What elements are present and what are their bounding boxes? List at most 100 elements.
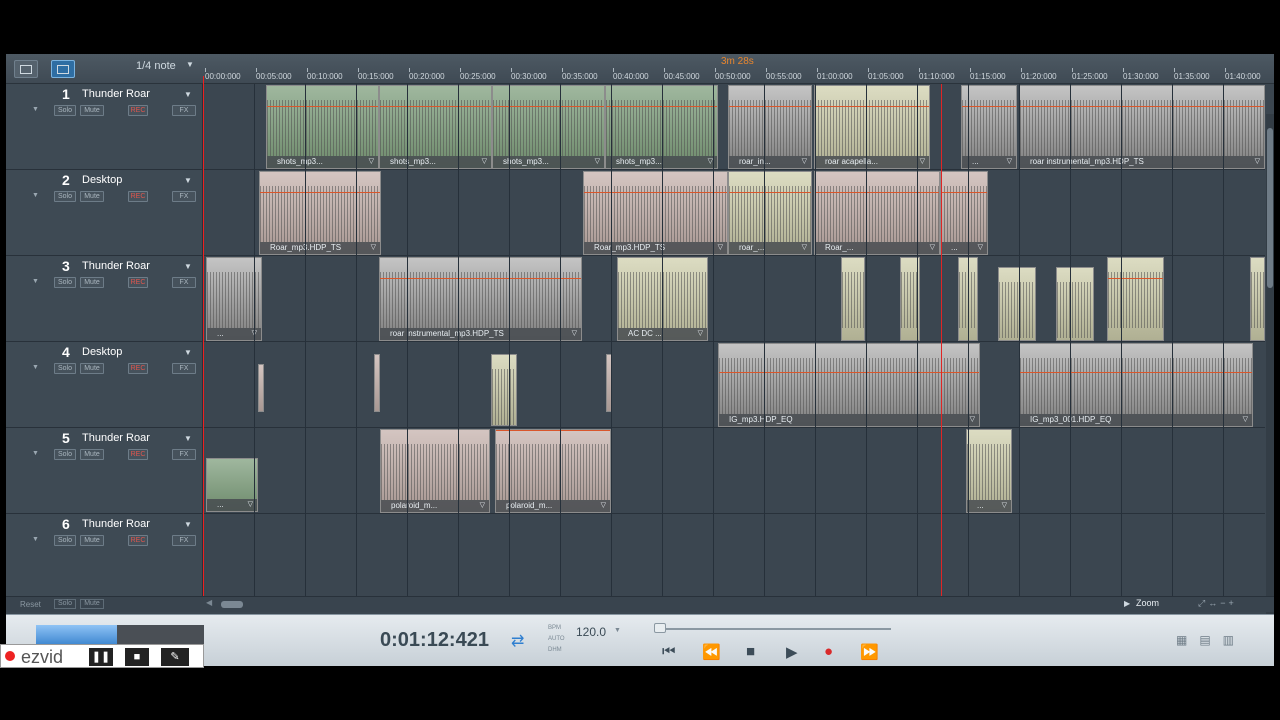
skip-to-start-icon[interactable]: ⏮ <box>662 643 676 660</box>
track-header-2[interactable]: 2 Desktop ▼ ▼ Solo Mute REC FX <box>6 170 203 256</box>
play-small-icon[interactable]: ▶ <box>1124 599 1130 608</box>
view-mode-icons[interactable]: ▦▤▥ <box>1176 633 1246 647</box>
chevron-down-icon[interactable]: ▼ <box>184 176 192 185</box>
solo-button[interactable]: Solo <box>54 105 76 116</box>
rec-button[interactable]: REC <box>128 535 148 546</box>
snap-value[interactable]: 1/4 note <box>136 60 176 72</box>
audio-clip[interactable]: polaroid_m... <box>495 429 611 513</box>
audio-clip[interactable]: roar_in... <box>728 85 812 169</box>
time-ruler[interactable]: 3m 28s 00:00:000 00:05:000 00:10:000 00:… <box>203 54 1265 84</box>
expand-icon[interactable]: ▼ <box>32 278 39 285</box>
zoom-button[interactable]: Zoom <box>1136 598 1159 608</box>
record-icon[interactable]: ● <box>824 643 833 660</box>
audio-clip[interactable]: shots_mp3... <box>266 85 379 169</box>
track-lane-5[interactable] <box>203 428 1265 514</box>
playhead[interactable] <box>941 84 942 596</box>
audio-clip[interactable]: ... <box>206 458 258 512</box>
draw-button[interactable]: ✎ <box>161 648 189 666</box>
solo-button[interactable]: Solo <box>54 535 76 546</box>
track-name[interactable]: Desktop <box>82 346 122 358</box>
expand-icon[interactable]: ▼ <box>32 192 39 199</box>
arranger-view-button[interactable] <box>51 60 75 78</box>
track-name[interactable]: Desktop <box>82 174 122 186</box>
bpm-value[interactable]: 120.0 <box>576 625 606 639</box>
pause-button[interactable]: ❚❚ <box>89 648 113 666</box>
audio-clip[interactable]: roar instrumental_mp3.HDP_TS <box>379 257 582 341</box>
fx-button[interactable]: FX <box>172 449 196 460</box>
audio-clip[interactable] <box>841 257 865 341</box>
audio-clip[interactable]: ... <box>961 85 1017 169</box>
chevron-down-icon[interactable]: ▼ <box>184 90 192 99</box>
reset-button[interactable]: Reset <box>20 600 41 609</box>
scroll-thumb[interactable] <box>1267 128 1273 288</box>
expand-icon[interactable]: ▼ <box>32 106 39 113</box>
track-view-button[interactable] <box>14 60 38 78</box>
track-lane-3[interactable] <box>203 256 1265 342</box>
mute-button[interactable]: Mute <box>80 277 104 288</box>
track-name[interactable]: Thunder Roar <box>82 518 150 530</box>
solo-button[interactable]: Solo <box>54 277 76 288</box>
fx-button[interactable]: FX <box>172 363 196 374</box>
audio-clip[interactable] <box>1107 257 1164 341</box>
mute-button[interactable]: Mute <box>80 535 104 546</box>
audio-clip[interactable] <box>374 354 380 412</box>
track-name[interactable]: Thunder Roar <box>82 88 150 100</box>
rec-button[interactable]: REC <box>128 191 148 202</box>
audio-clip[interactable]: IG_mp3_001.HDP_EQ <box>1019 343 1253 427</box>
horizontal-scroll-thumb[interactable] <box>221 601 243 608</box>
mute-button[interactable]: Mute <box>80 449 104 460</box>
audio-clip[interactable] <box>1250 257 1265 341</box>
chevron-down-icon[interactable]: ▼ <box>186 60 194 69</box>
play-icon[interactable]: ▶ <box>786 643 798 661</box>
audio-clip[interactable]: roar_... <box>728 171 812 255</box>
expand-icon[interactable]: ▼ <box>32 450 39 457</box>
track-name[interactable]: Thunder Roar <box>82 260 150 272</box>
rec-button[interactable]: REC <box>128 449 148 460</box>
chevron-down-icon[interactable]: ▼ <box>184 348 192 357</box>
rec-button[interactable]: REC <box>128 105 148 116</box>
stop-icon[interactable]: ■ <box>746 643 755 660</box>
track-name[interactable]: Thunder Roar <box>82 432 150 444</box>
chevron-down-icon[interactable]: ▼ <box>184 520 192 529</box>
loop-icon[interactable]: ⇄ <box>511 631 524 651</box>
audio-clip[interactable]: Roar_... <box>814 171 940 255</box>
mute-button[interactable]: Mute <box>80 363 104 374</box>
audio-clip[interactable]: ... <box>966 429 1012 513</box>
fast-forward-icon[interactable]: ⏩ <box>860 643 879 661</box>
solo-button[interactable]: Solo <box>54 191 76 202</box>
expand-icon[interactable]: ▼ <box>32 364 39 371</box>
chevron-down-icon[interactable]: ▼ <box>184 262 192 271</box>
stop-button[interactable]: ■ <box>125 648 149 666</box>
audio-clip[interactable]: Roar_mp3.HDP_TS <box>259 171 381 255</box>
start-marker[interactable] <box>203 76 204 596</box>
expand-icon[interactable]: ▼ <box>32 536 39 543</box>
scroll-left-icon[interactable]: ◀ <box>206 598 212 607</box>
fx-button[interactable]: FX <box>172 535 196 546</box>
chevron-down-icon[interactable]: ▼ <box>614 627 621 634</box>
mute-all-button[interactable]: Mute <box>80 599 104 609</box>
audio-clip[interactable]: shots_mp3... <box>379 85 492 169</box>
audio-clip[interactable] <box>491 354 517 426</box>
fx-button[interactable]: FX <box>172 191 196 202</box>
track-header-6[interactable]: 6 Thunder Roar ▼ ▼ Solo Mute REC FX <box>6 514 203 600</box>
rewind-icon[interactable]: ⏪ <box>702 643 721 661</box>
rec-button[interactable]: REC <box>128 277 148 288</box>
audio-clip[interactable]: ... <box>940 171 988 255</box>
audio-clip[interactable]: polaroid_m... <box>380 429 490 513</box>
audio-clip[interactable] <box>1056 267 1094 341</box>
track-header-4[interactable]: 4 Desktop ▼ ▼ Solo Mute REC FX <box>6 342 203 428</box>
position-slider[interactable] <box>656 628 891 630</box>
fx-button[interactable]: FX <box>172 277 196 288</box>
track-header-1[interactable]: 1 Thunder Roar ▼ ▼ Solo Mute REC FX <box>6 84 203 170</box>
solo-all-button[interactable]: Solo <box>54 599 76 609</box>
position-slider-thumb[interactable] <box>654 623 666 633</box>
chevron-down-icon[interactable]: ▼ <box>184 434 192 443</box>
track-header-5[interactable]: 5 Thunder Roar ▼ ▼ Solo Mute REC FX <box>6 428 203 514</box>
audio-clip[interactable]: roar acapella... <box>814 85 930 169</box>
fx-button[interactable]: FX <box>172 105 196 116</box>
track-lane-6[interactable] <box>203 514 1265 600</box>
audio-clip[interactable] <box>258 364 264 412</box>
solo-button[interactable]: Solo <box>54 449 76 460</box>
zoom-controls-icon[interactable]: ⤢↔−+ <box>1198 598 1237 609</box>
solo-button[interactable]: Solo <box>54 363 76 374</box>
